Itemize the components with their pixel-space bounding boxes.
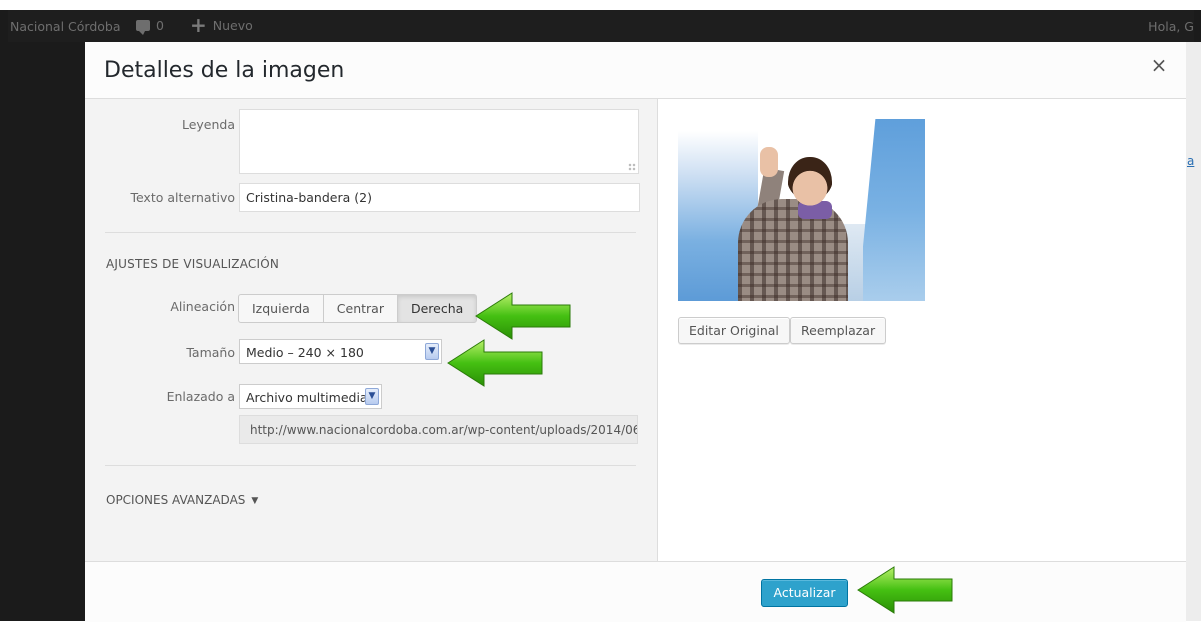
person-hand — [760, 147, 778, 177]
edit-original-button[interactable]: Editar Original — [678, 317, 790, 344]
image-preview-pane: Editar Original Reemplazar — [658, 99, 1186, 561]
admin-bar: Nacional Córdoba 0 + Nuevo Hola, G — [8, 10, 1194, 42]
divider — [105, 232, 636, 233]
image-settings-pane: Leyenda Texto alternativo Cristina-bande… — [85, 99, 658, 561]
image-preview — [678, 119, 925, 301]
divider — [105, 465, 636, 466]
alignment-label: Alineación — [170, 299, 235, 314]
link-to-select[interactable]: Archivo multimedia ▼ — [239, 384, 382, 409]
green-arrow-annotation — [857, 566, 953, 614]
size-value: Medio – 240 × 180 — [246, 345, 364, 360]
dropdown-arrow-icon: ▼ — [425, 343, 439, 360]
plus-icon: + — [190, 13, 207, 37]
size-label: Tamaño — [186, 345, 235, 360]
advanced-options-label: OPCIONES AVANZADAS — [106, 493, 246, 507]
align-right-button[interactable]: Derecha — [396, 294, 478, 323]
admin-bar-comments[interactable]: 0 — [136, 18, 164, 35]
caption-textarea[interactable] — [239, 109, 639, 174]
resize-grip-icon[interactable] — [628, 163, 636, 171]
link-url-field[interactable]: http://www.nacionalcordoba.com.ar/wp-con… — [239, 415, 638, 444]
align-center-button[interactable]: Centrar — [322, 294, 398, 323]
person-head — [788, 157, 832, 209]
new-label: Nuevo — [212, 17, 253, 33]
flag-shape — [863, 119, 925, 301]
close-icon[interactable]: × — [1148, 54, 1170, 76]
alignment-button-group: Izquierda Centrar Derecha — [238, 294, 478, 323]
modal-title: Detalles de la imagen — [104, 58, 345, 83]
page-background-strip: a — [1186, 42, 1201, 621]
alt-text-input[interactable]: Cristina-bandera (2) — [239, 183, 640, 212]
link-to-label: Enlazado a — [166, 389, 235, 404]
alt-text-label: Texto alternativo — [130, 190, 235, 205]
person-figure — [718, 139, 848, 301]
green-arrow-annotation — [475, 292, 571, 340]
page-link-fragment[interactable]: a — [1187, 154, 1194, 168]
comment-count: 0 — [156, 18, 164, 33]
modal-footer: Actualizar — [85, 561, 1186, 622]
caret-down-icon: ▼ — [251, 496, 259, 506]
replace-button[interactable]: Reemplazar — [790, 317, 887, 344]
dropdown-arrow-icon: ▼ — [365, 388, 379, 405]
green-arrow-annotation — [447, 339, 543, 387]
admin-bar-howdy[interactable]: Hola, G — [1148, 19, 1194, 34]
comment-bubble-icon — [136, 20, 150, 35]
size-select[interactable]: Medio – 240 × 180 ▼ — [239, 339, 442, 364]
admin-bar-new[interactable]: + Nuevo — [190, 13, 253, 37]
modal-header: Detalles de la imagen × — [85, 42, 1186, 99]
image-details-modal: Detalles de la imagen × Leyenda Texto al… — [85, 42, 1186, 622]
admin-bar-site-name[interactable]: Nacional Córdoba — [10, 19, 121, 34]
advanced-options-toggle[interactable]: OPCIONES AVANZADAS ▼ — [106, 493, 258, 507]
update-button[interactable]: Actualizar — [761, 579, 848, 607]
link-to-value: Archivo multimedia — [246, 390, 368, 405]
caption-label: Leyenda — [181, 117, 235, 132]
align-left-button[interactable]: Izquierda — [238, 294, 324, 323]
display-settings-title: AJUSTES DE VISUALIZACIÓN — [106, 257, 280, 271]
